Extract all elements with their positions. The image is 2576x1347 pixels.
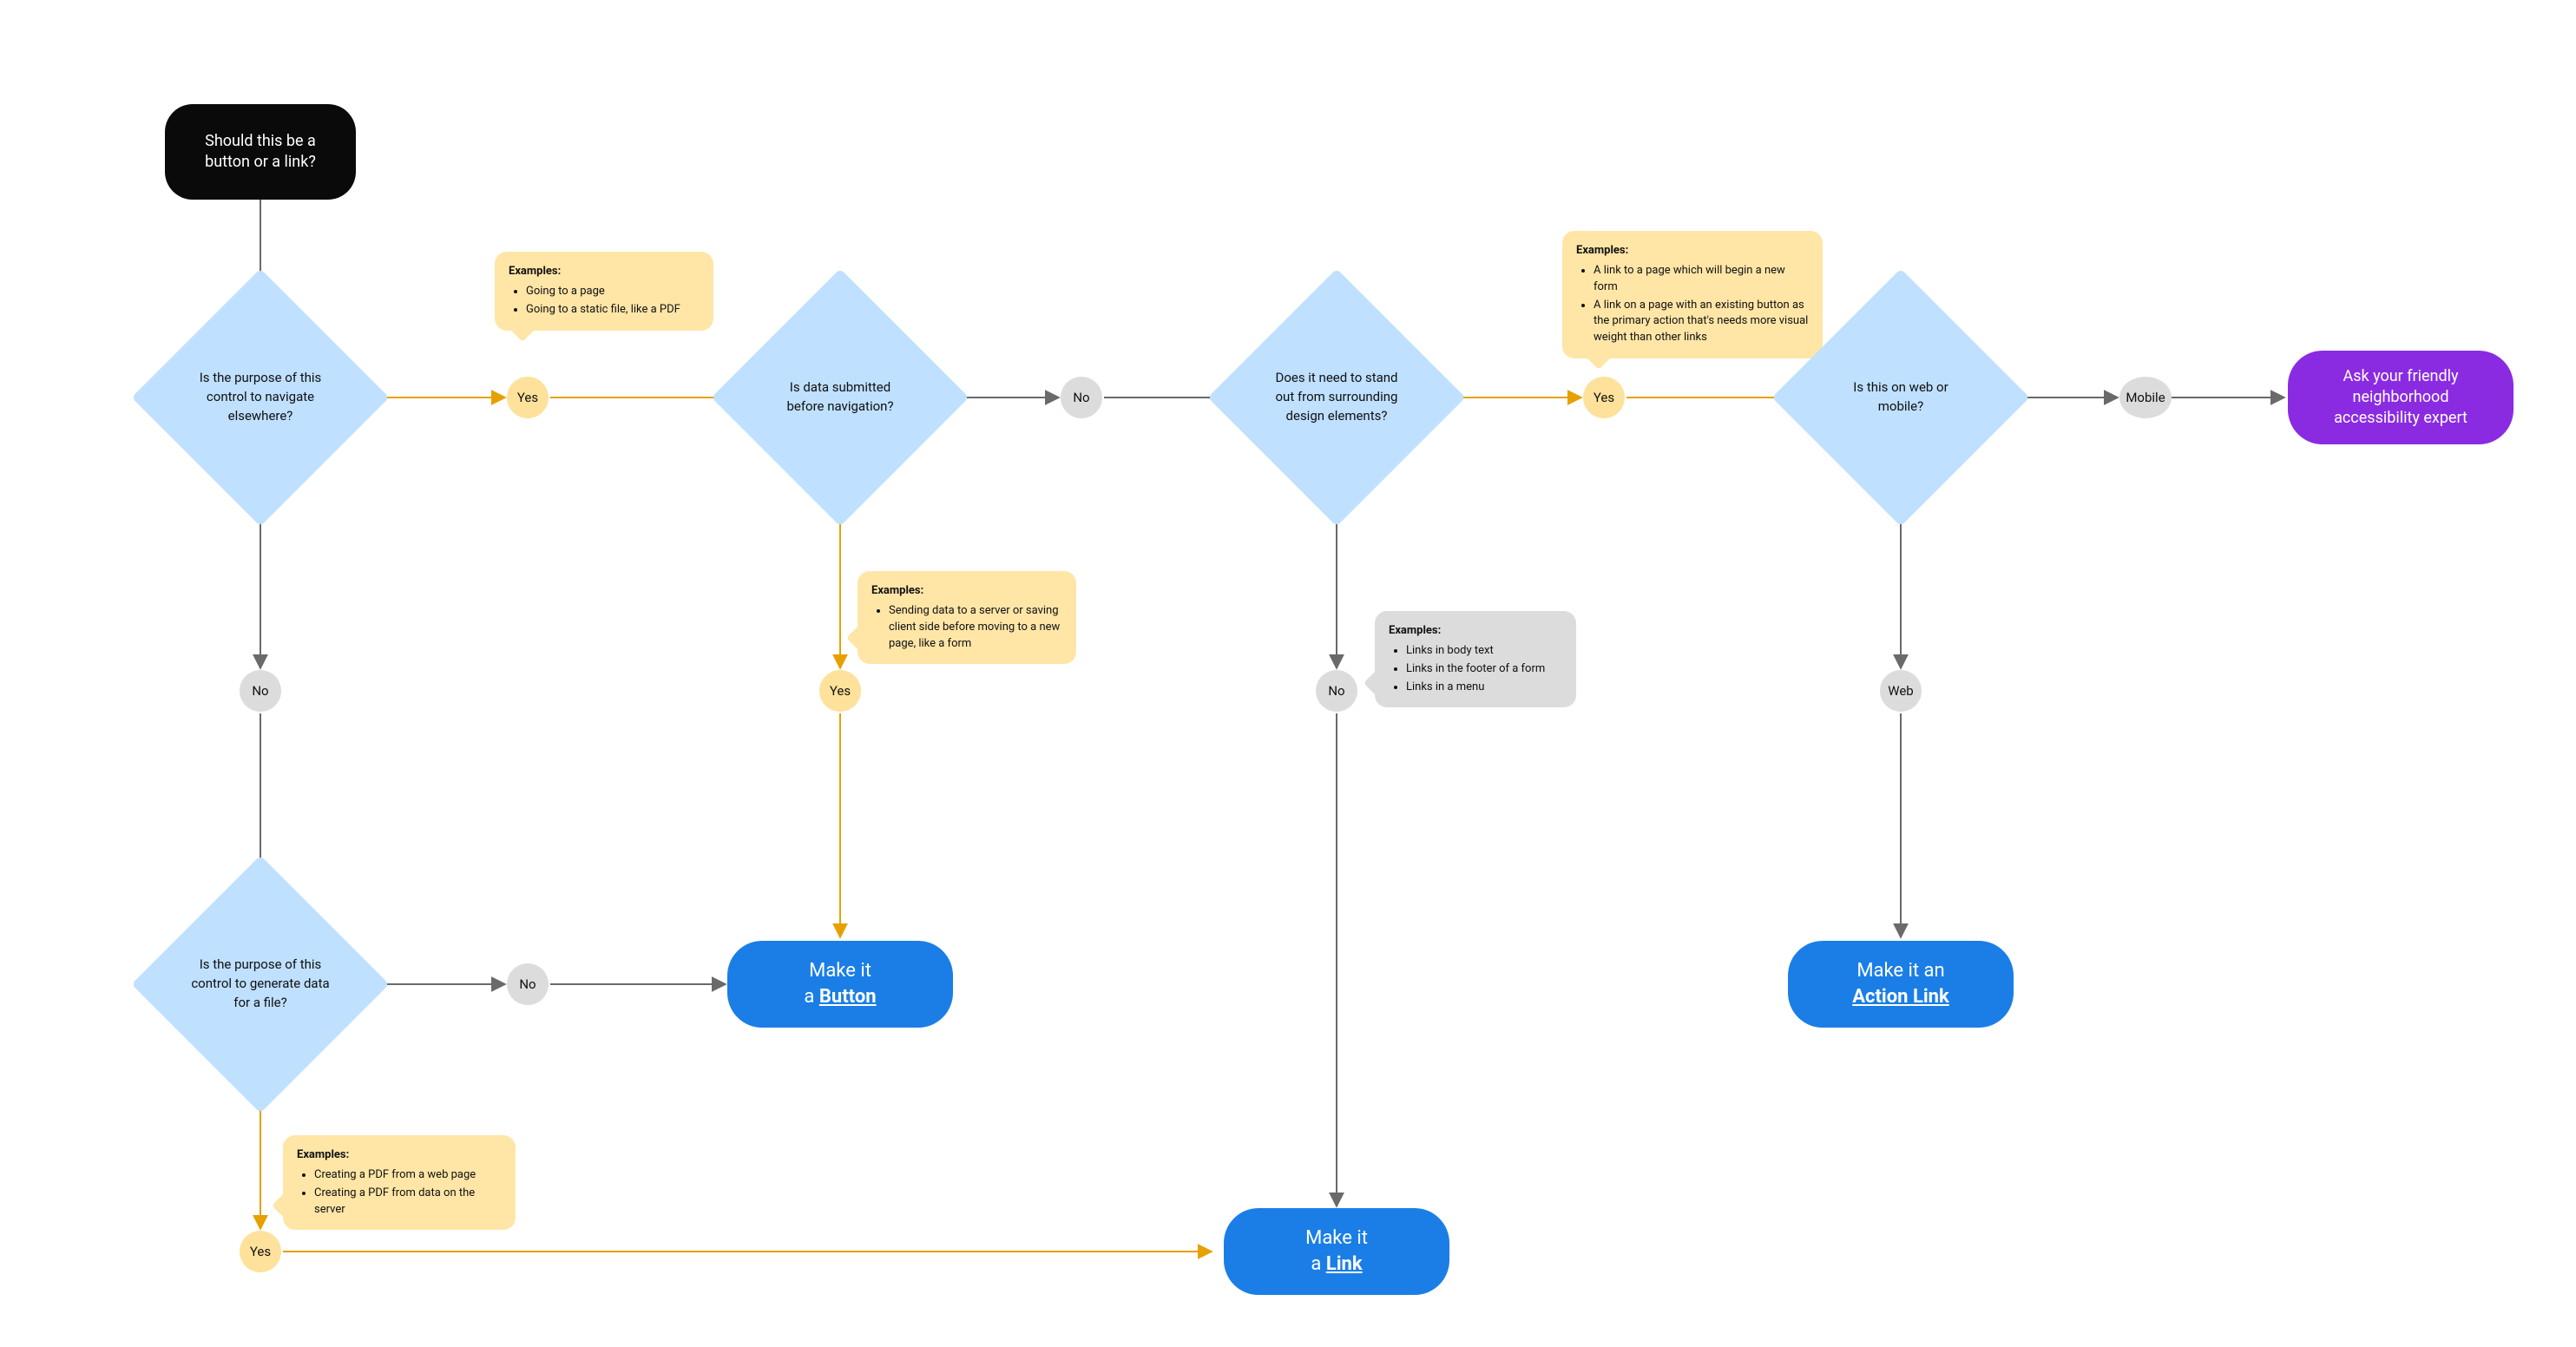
answer-no: No xyxy=(507,963,549,1005)
answer-yes: Yes xyxy=(507,377,549,418)
answer-web: Web xyxy=(1880,670,1922,712)
terminal-text: Make it a Button xyxy=(804,958,876,1009)
answer-label: Yes xyxy=(517,390,538,405)
answer-label: Yes xyxy=(830,683,851,699)
terminal-text: Make it a Link xyxy=(1305,1225,1368,1277)
answer-label: No xyxy=(1328,683,1344,699)
answer-yes: Yes xyxy=(819,670,861,712)
start-node: Should this be a button or a link? xyxy=(165,104,356,200)
decision-label: Is the purpose of this control to genera… xyxy=(191,956,330,1012)
answer-label: Yes xyxy=(1594,390,1614,405)
answer-no: No xyxy=(240,670,281,712)
decision-web-or-mobile: Is this on web or mobile? xyxy=(1810,306,1992,489)
callout-list: Sending data to a server or saving clien… xyxy=(871,603,1062,653)
start-label: Should this be a button or a link? xyxy=(189,131,332,174)
decision-label: Does it need to stand out from surroundi… xyxy=(1267,369,1406,425)
callout-item: A link to a page which will begin a new … xyxy=(1594,263,1809,296)
answer-yes: Yes xyxy=(240,1231,281,1272)
decision-stand-out: Does it need to stand out from surroundi… xyxy=(1245,306,1428,489)
callout-list: Creating a PDF from a web page Creating … xyxy=(297,1167,502,1219)
callout-head: Examples: xyxy=(1576,243,1809,260)
answer-label: No xyxy=(252,683,268,699)
answer-label: Yes xyxy=(250,1244,271,1259)
answer-no: No xyxy=(1316,670,1357,712)
callout-item: Sending data to a server or saving clien… xyxy=(889,603,1062,653)
terminal-make-action-link: Make it an Action Link xyxy=(1788,941,2014,1028)
callout-item: Going to a page xyxy=(526,284,700,300)
answer-label: Mobile xyxy=(2126,390,2165,405)
terminal-ask-expert: Ask your friendly neighborhood accessibi… xyxy=(2288,351,2514,444)
decision-label: Is data submitted before navigation? xyxy=(771,378,910,417)
answer-label: Web xyxy=(1888,683,1913,699)
decision-label: Is this on web or mobile? xyxy=(1831,378,1970,417)
callout-head: Examples: xyxy=(871,583,1062,600)
answer-label: No xyxy=(519,976,536,992)
terminal-text: Ask your friendly neighborhood accessibi… xyxy=(2319,366,2482,430)
callout-list: Going to a page Going to a static file, … xyxy=(509,284,700,319)
answer-yes: Yes xyxy=(1583,377,1625,418)
callout-head: Examples: xyxy=(509,264,700,280)
callout-head: Examples: xyxy=(1389,623,1562,640)
terminal-text: Make it an Action Link xyxy=(1852,958,1949,1009)
answer-label: No xyxy=(1073,390,1089,405)
callout-list: A link to a page which will begin a new … xyxy=(1576,263,1809,346)
callout-examples-stand-out: Examples: A link to a page which will be… xyxy=(1562,231,1823,358)
callout-head: Examples: xyxy=(297,1147,502,1164)
callout-item: A link on a page with an existing button… xyxy=(1594,298,1809,347)
decision-navigate-elsewhere: Is the purpose of this control to naviga… xyxy=(169,306,352,489)
callout-item: Going to a static file, like a PDF xyxy=(526,302,700,319)
answer-no: No xyxy=(1061,377,1102,418)
decision-data-submitted: Is data submitted before navigation? xyxy=(749,306,931,489)
flowchart-canvas: Should this be a button or a link? Is th… xyxy=(0,0,2576,1347)
callout-examples-generate-file: Examples: Creating a PDF from a web page… xyxy=(283,1135,516,1230)
callout-examples-navigate: Examples: Going to a page Going to a sta… xyxy=(495,252,713,331)
callout-list: Links in body text Links in the footer o… xyxy=(1389,643,1562,696)
callout-item: Links in a menu xyxy=(1406,680,1562,696)
callout-item: Creating a PDF from a web page xyxy=(314,1167,502,1184)
answer-mobile: Mobile xyxy=(2119,377,2172,418)
callout-item: Links in body text xyxy=(1406,643,1562,660)
callout-examples-submit: Examples: Sending data to a server or sa… xyxy=(858,571,1076,664)
terminal-make-link: Make it a Link xyxy=(1224,1208,1449,1295)
callout-item: Creating a PDF from data on the server xyxy=(314,1186,502,1219)
terminal-make-button: Make it a Button xyxy=(727,941,953,1028)
decision-generate-file: Is the purpose of this control to genera… xyxy=(169,893,352,1075)
callout-examples-plain-link: Examples: Links in body text Links in th… xyxy=(1375,611,1576,707)
callout-item: Links in the footer of a form xyxy=(1406,661,1562,678)
decision-label: Is the purpose of this control to naviga… xyxy=(191,369,330,425)
